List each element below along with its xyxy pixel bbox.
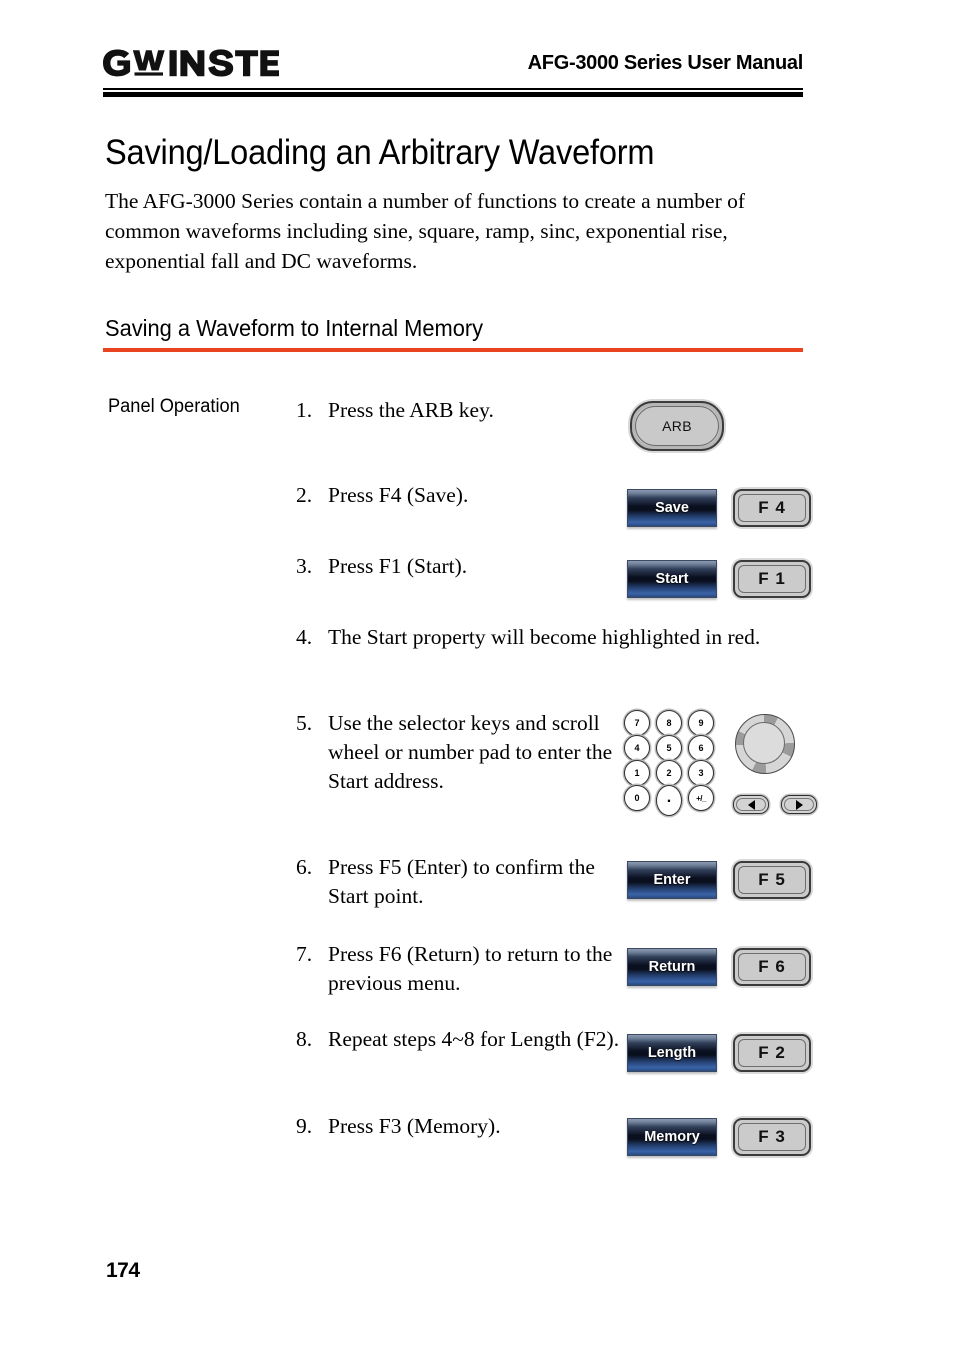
manual-page: AFG-3000 Series User Manual Saving/Loadi… bbox=[0, 0, 954, 1349]
numpad-key-9[interactable]: 9 bbox=[688, 710, 714, 736]
arb-key-graphic: ARB bbox=[630, 401, 724, 451]
softkey-row-start: Start F 1 bbox=[627, 560, 811, 598]
arrow-left-icon bbox=[747, 799, 755, 810]
gwinstek-logo bbox=[103, 48, 279, 78]
numeric-keypad: 7 8 9 4 5 6 1 2 3 0 . +/_ bbox=[622, 710, 716, 816]
softkey-length[interactable]: Length bbox=[627, 1034, 717, 1072]
step-text: Press F6 (Return) to return to the previ… bbox=[328, 942, 613, 995]
numpad-key-2[interactable]: 2 bbox=[656, 760, 682, 786]
numpad-key-7[interactable]: 7 bbox=[624, 710, 650, 736]
softkey-start[interactable]: Start bbox=[627, 560, 717, 598]
numpad-key-5[interactable]: 5 bbox=[656, 735, 682, 761]
step-text: Press F4 (Save). bbox=[328, 483, 469, 507]
numpad-key-1[interactable]: 1 bbox=[624, 760, 650, 786]
fkey-f3[interactable]: F 3 bbox=[733, 1118, 811, 1156]
arrow-right-icon bbox=[795, 799, 803, 810]
fkey-f6[interactable]: F 6 bbox=[733, 948, 811, 986]
arb-key[interactable]: ARB bbox=[630, 401, 724, 451]
scroll-wheel-graphic bbox=[735, 714, 795, 774]
fkey-f4[interactable]: F 4 bbox=[733, 489, 811, 527]
softkey-memory[interactable]: Memory bbox=[627, 1118, 717, 1156]
softkey-row-length: Length F 2 bbox=[627, 1034, 811, 1072]
softkey-return[interactable]: Return bbox=[627, 948, 717, 986]
step-number: 3. bbox=[296, 554, 313, 578]
header-rule-thin bbox=[103, 88, 803, 90]
step-text: Press the ARB key. bbox=[328, 398, 494, 422]
numpad-key-3[interactable]: 3 bbox=[688, 760, 714, 786]
step-number: 4. bbox=[296, 625, 313, 649]
step-number: 6. bbox=[296, 855, 313, 879]
page-header: AFG-3000 Series User Manual bbox=[103, 46, 803, 92]
section-heading: Saving a Waveform to Internal Memory bbox=[105, 315, 484, 341]
step-number: 9. bbox=[296, 1114, 313, 1138]
softkey-row-memory: Memory F 3 bbox=[627, 1118, 811, 1156]
numpad-key-4[interactable]: 4 bbox=[624, 735, 650, 761]
step-number: 1. bbox=[296, 398, 313, 422]
step-number: 8. bbox=[296, 1027, 313, 1051]
fkey-f2[interactable]: F 2 bbox=[733, 1034, 811, 1072]
step-text: Press F3 (Memory). bbox=[328, 1114, 501, 1138]
step-number: 5. bbox=[296, 711, 313, 735]
softkey-row-return: Return F 6 bbox=[627, 948, 811, 986]
step-number: 2. bbox=[296, 483, 313, 507]
softkey-enter[interactable]: Enter bbox=[627, 861, 717, 899]
header-rule-thick bbox=[103, 92, 803, 97]
arrow-right-key[interactable] bbox=[781, 795, 817, 814]
fkey-f1[interactable]: F 1 bbox=[733, 560, 811, 598]
step-text: The Start property will become highlight… bbox=[328, 625, 761, 649]
manual-title: AFG-3000 Series User Manual bbox=[527, 52, 804, 74]
numpad-key-8[interactable]: 8 bbox=[656, 710, 682, 736]
page-title: Saving/Loading an Arbitrary Waveform bbox=[105, 133, 655, 172]
step-text: Use the selector keys and scroll wheel o… bbox=[328, 711, 613, 793]
step-number: 7. bbox=[296, 942, 313, 966]
page-number: 174 bbox=[106, 1259, 140, 1282]
section-heading-rule bbox=[103, 348, 803, 352]
scroll-wheel[interactable] bbox=[735, 714, 795, 774]
panel-operation-label: Panel Operation bbox=[108, 396, 240, 417]
intro-paragraph: The AFG-3000 Series contain a number of … bbox=[105, 189, 746, 273]
arrow-left-key[interactable] bbox=[733, 795, 769, 814]
selector-arrow-keys bbox=[733, 795, 817, 814]
numpad-key-6[interactable]: 6 bbox=[688, 735, 714, 761]
softkey-row-save: Save F 4 bbox=[627, 489, 811, 527]
numpad-key-plus-minus[interactable]: +/_ bbox=[688, 785, 714, 811]
softkey-row-enter: Enter F 5 bbox=[627, 861, 811, 899]
step-text: Repeat steps 4~8 for Length (F2). bbox=[328, 1027, 620, 1051]
numpad-key-decimal[interactable]: . bbox=[656, 785, 682, 816]
numpad-key-0[interactable]: 0 bbox=[624, 785, 650, 811]
step-text: Press F5 (Enter) to confirm the Start po… bbox=[328, 855, 595, 908]
softkey-save[interactable]: Save bbox=[627, 489, 717, 527]
fkey-f5[interactable]: F 5 bbox=[733, 861, 811, 899]
step-text: Press F1 (Start). bbox=[328, 554, 468, 578]
numeric-keypad-graphic: 7 8 9 4 5 6 1 2 3 0 . +/_ bbox=[622, 710, 716, 816]
